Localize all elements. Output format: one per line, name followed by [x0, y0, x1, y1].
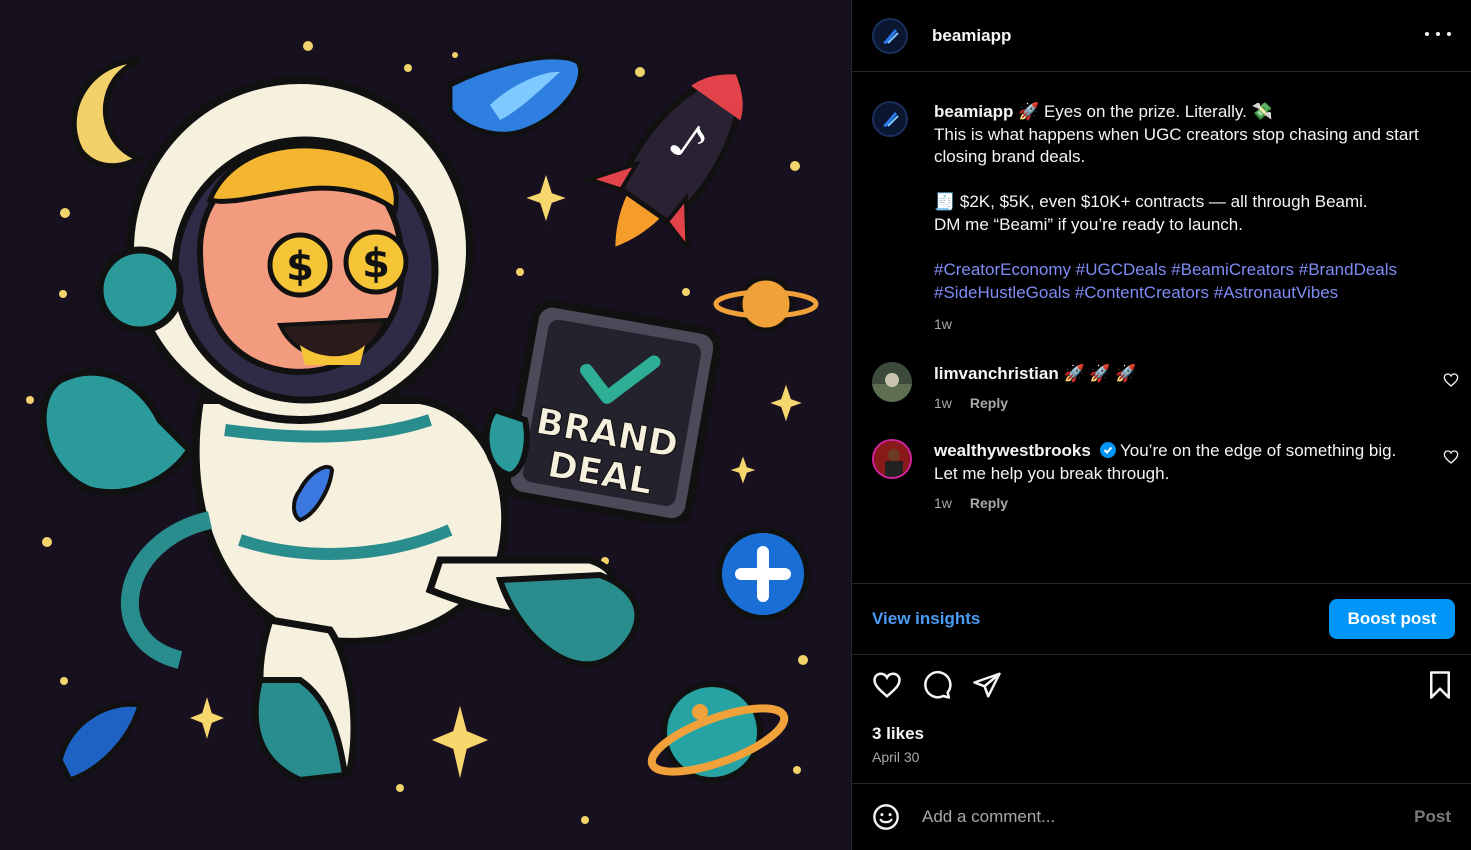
- hashtag-link[interactable]: #ContentCreators: [1075, 283, 1209, 302]
- comment-username[interactable]: wealthywestbrooks: [934, 441, 1091, 460]
- reply-button[interactable]: Reply: [970, 495, 1008, 511]
- add-comment-bar: Post: [852, 783, 1471, 850]
- commenter-avatar[interactable]: [872, 439, 912, 479]
- emoji-icon[interactable]: [872, 803, 900, 831]
- post-date: April 30: [872, 749, 920, 765]
- hashtags: #CreatorEconomy #UGCDeals #BeamiCreators…: [934, 259, 1452, 304]
- hashtag-link[interactable]: #BrandDeals: [1299, 260, 1397, 279]
- hashtag-link[interactable]: #UGCDeals: [1076, 260, 1167, 279]
- header-username[interactable]: beamiapp: [932, 26, 1011, 46]
- comment-input[interactable]: [922, 807, 1415, 827]
- like-comment-icon[interactable]: [1443, 372, 1459, 388]
- comment-text: 🚀 🚀 🚀: [1058, 364, 1137, 383]
- beami-avatar[interactable]: [872, 17, 908, 54]
- post-header: beamiapp: [852, 0, 1471, 72]
- insights-bar: View insights Boost post: [852, 583, 1471, 655]
- like-comment-icon[interactable]: [1443, 449, 1459, 465]
- comment-time: 1w: [934, 395, 952, 411]
- view-insights-link[interactable]: View insights: [872, 609, 980, 629]
- caption-line-3: 🧾 $2K, $5K, even $10K+ contracts — all t…: [934, 192, 1368, 212]
- likes-count[interactable]: 3 likes: [872, 724, 924, 744]
- comments-section: beamiapp 🚀 Eyes on the prize. Literally.…: [852, 73, 1471, 583]
- svg-text:$: $: [362, 241, 390, 287]
- commenter-avatar[interactable]: [872, 362, 912, 402]
- astronaut-illustration: ♪ $ $ BRAND DEAL: [0, 0, 851, 850]
- beami-logo-icon: [883, 112, 899, 127]
- caption-time: 1w: [934, 316, 952, 333]
- comment-time: 1w: [934, 495, 952, 511]
- post-sidebar: beamiapp beamiapp 🚀 Eyes on the prize. L…: [851, 0, 1471, 850]
- caption-line-2: This is what happens when UGC creators s…: [934, 124, 1419, 167]
- boost-post-button[interactable]: Boost post: [1329, 599, 1455, 639]
- svg-text:$: $: [286, 244, 314, 290]
- comment-icon[interactable]: [922, 670, 952, 700]
- hashtag-link[interactable]: #AstronautVibes: [1214, 283, 1338, 302]
- post-actions: [872, 670, 1455, 704]
- caption-username[interactable]: beamiapp: [934, 102, 1013, 121]
- reply-button[interactable]: Reply: [970, 395, 1008, 411]
- caption-avatar[interactable]: [872, 101, 908, 137]
- like-heart-icon[interactable]: [872, 670, 902, 700]
- hashtag-link[interactable]: #BeamiCreators: [1171, 260, 1294, 279]
- comment-item: wealthywestbrooks You’re on the edge of …: [872, 439, 1459, 511]
- share-icon[interactable]: [972, 670, 1002, 700]
- hashtag-link[interactable]: #SideHustleGoals: [934, 283, 1070, 302]
- post-caption: beamiapp 🚀 Eyes on the prize. Literally.…: [872, 101, 1452, 336]
- comment-item: limvanchristian 🚀 🚀 🚀 1w Reply: [872, 362, 1459, 411]
- verified-badge-icon: [1099, 442, 1116, 458]
- more-options-icon[interactable]: [1425, 24, 1451, 44]
- post-image[interactable]: ♪ $ $ BRAND DEAL: [0, 0, 851, 850]
- caption-line-1: 🚀 Eyes on the prize. Literally. 💸: [1013, 102, 1273, 121]
- caption-line-4: DM me “Beami” if you’re ready to launch.: [934, 214, 1243, 234]
- beami-logo-icon: [883, 28, 899, 44]
- hashtag-link[interactable]: #CreatorEconomy: [934, 260, 1071, 279]
- post-comment-button[interactable]: Post: [1414, 807, 1451, 827]
- bookmark-icon[interactable]: [1425, 670, 1455, 700]
- comment-username[interactable]: limvanchristian: [934, 364, 1059, 383]
